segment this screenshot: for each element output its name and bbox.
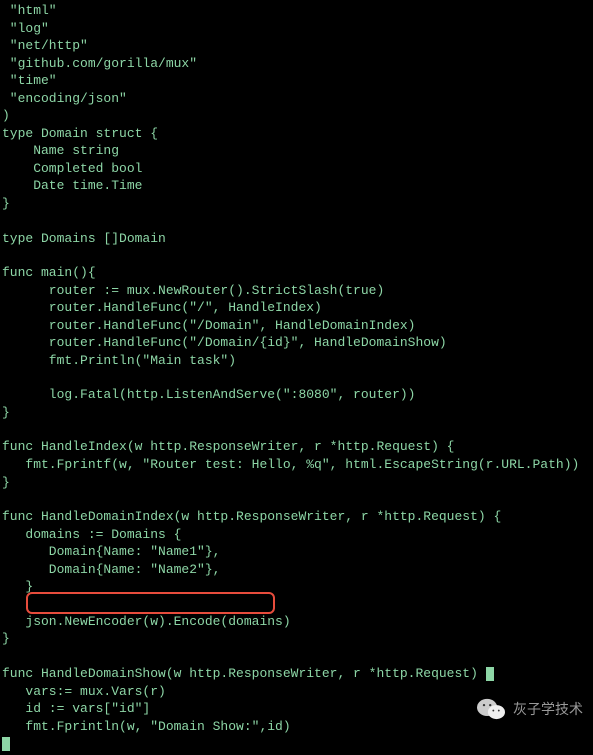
code-line: }: [2, 630, 591, 648]
code-line: [2, 247, 591, 264]
wechat-icon: [477, 697, 505, 721]
code-block: "html" "log" "net/http" "github.com/gori…: [0, 0, 593, 755]
code-line: "html": [2, 2, 591, 20]
code-line: Date time.Time: [2, 177, 591, 195]
code-line: router := mux.NewRouter().StrictSlash(tr…: [2, 282, 591, 300]
code-line: fmt.Fprintf(w, "Router test: Hello, %q",…: [2, 456, 591, 474]
code-line: type Domain struct {: [2, 125, 591, 143]
code-line-end: [2, 735, 591, 753]
code-line: }: [2, 474, 591, 492]
cursor-icon: [2, 737, 10, 751]
code-line-with-cursor: func HandleDomainShow(w http.ResponseWri…: [2, 665, 591, 683]
code-line: domains := Domains {: [2, 526, 591, 544]
code-line: [2, 596, 591, 613]
code-line: "log": [2, 20, 591, 38]
code-line: [2, 491, 591, 508]
cursor-icon: [486, 667, 494, 681]
code-line: router.HandleFunc("/Domain/{id}", Handle…: [2, 334, 591, 352]
code-line: }: [2, 195, 591, 213]
code-line: json.NewEncoder(w).Encode(domains): [2, 613, 591, 631]
footer-text: 灰子学技术: [513, 700, 583, 719]
code-line: }: [2, 404, 591, 422]
code-line: "github.com/gorilla/mux": [2, 55, 591, 73]
code-line: "time": [2, 72, 591, 90]
code-text: func HandleDomainShow(w http.ResponseWri…: [2, 666, 486, 681]
code-line: [2, 421, 591, 438]
code-line: [2, 648, 591, 665]
code-line: ): [2, 107, 591, 125]
code-line: Name string: [2, 142, 591, 160]
code-line: router.HandleFunc("/Domain", HandleDomai…: [2, 317, 591, 335]
code-line: func HandleDomainIndex(w http.ResponseWr…: [2, 508, 591, 526]
code-line: router.HandleFunc("/", HandleIndex): [2, 299, 591, 317]
code-line: "encoding/json": [2, 90, 591, 108]
code-line: Completed bool: [2, 160, 591, 178]
code-line: func main(){: [2, 264, 591, 282]
code-line: [2, 369, 591, 386]
code-line: }: [2, 578, 591, 596]
code-line: Domain{Name: "Name1"},: [2, 543, 591, 561]
code-line: Domain{Name: "Name2"},: [2, 561, 591, 579]
code-line: func HandleIndex(w http.ResponseWriter, …: [2, 438, 591, 456]
code-line: [2, 213, 591, 230]
code-line: log.Fatal(http.ListenAndServe(":8080", r…: [2, 386, 591, 404]
code-line: fmt.Println("Main task"): [2, 352, 591, 370]
code-line: type Domains []Domain: [2, 230, 591, 248]
footer: 灰子学技术: [477, 697, 583, 721]
code-line: "net/http": [2, 37, 591, 55]
